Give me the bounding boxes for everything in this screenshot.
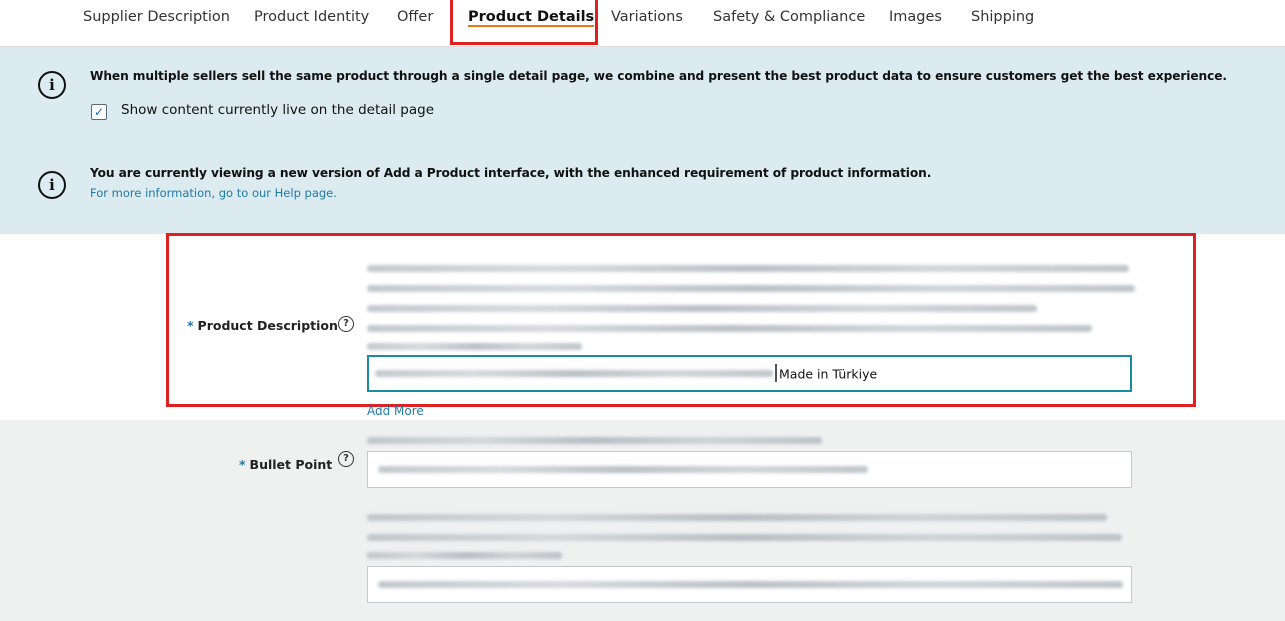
bullet-point-label: * Bullet Point [239, 457, 332, 472]
product-description-input-text: Made in Türkiye [779, 366, 878, 381]
blurred-text-line [367, 305, 1037, 312]
blurred-input-text [378, 466, 868, 473]
tab-safety-compliance[interactable]: Safety & Compliance [713, 0, 865, 34]
tab-variations[interactable]: Variations [611, 0, 683, 34]
bullet-point-input-2[interactable] [367, 566, 1132, 603]
tab-bar: Supplier Description Product Identity Of… [0, 0, 1285, 47]
blurred-text-line [367, 265, 1129, 272]
blurred-text-line [367, 285, 1135, 292]
product-description-label: * Product Description [187, 318, 338, 333]
show-live-content-label: Show content currently live on the detai… [121, 102, 435, 118]
blurred-text-line [367, 437, 822, 444]
question-circle-icon[interactable]: ? [338, 316, 354, 332]
required-marker: * [187, 318, 194, 333]
blurred-text-line [367, 552, 562, 559]
bullet-point-label-text: Bullet Point [249, 457, 333, 472]
blurred-input-text [375, 370, 773, 377]
product-description-label-text: Product Description [197, 318, 338, 333]
tab-offer[interactable]: Offer [397, 0, 433, 34]
tab-product-details[interactable]: Product Details [468, 0, 595, 34]
blurred-text-line [367, 325, 1092, 332]
question-circle-icon[interactable]: ? [338, 451, 354, 467]
tab-product-identity[interactable]: Product Identity [254, 0, 369, 34]
blurred-text-line [367, 534, 1122, 541]
tab-images[interactable]: Images [889, 0, 942, 34]
blurred-text-line [367, 343, 582, 350]
text-caret [775, 364, 777, 382]
help-page-link[interactable]: For more information, go to our Help pag… [90, 186, 337, 200]
add-more-link[interactable]: Add More [367, 404, 424, 418]
new-interface-notice: You are currently viewing a new version … [90, 166, 932, 180]
bullet-point-input-1[interactable] [367, 451, 1132, 488]
required-marker: * [239, 457, 246, 472]
show-live-content-checkbox[interactable]: ✓ [91, 104, 107, 120]
tab-supplier-description[interactable]: Supplier Description [83, 0, 230, 34]
info-icon: i [38, 171, 66, 199]
product-description-input[interactable]: Made in Türkiye [367, 355, 1132, 392]
blurred-text-line [367, 514, 1107, 521]
blurred-input-text [378, 581, 1123, 588]
multi-seller-notice: When multiple sellers sell the same prod… [90, 69, 1227, 83]
info-icon: i [38, 71, 66, 99]
tab-shipping[interactable]: Shipping [971, 0, 1034, 34]
